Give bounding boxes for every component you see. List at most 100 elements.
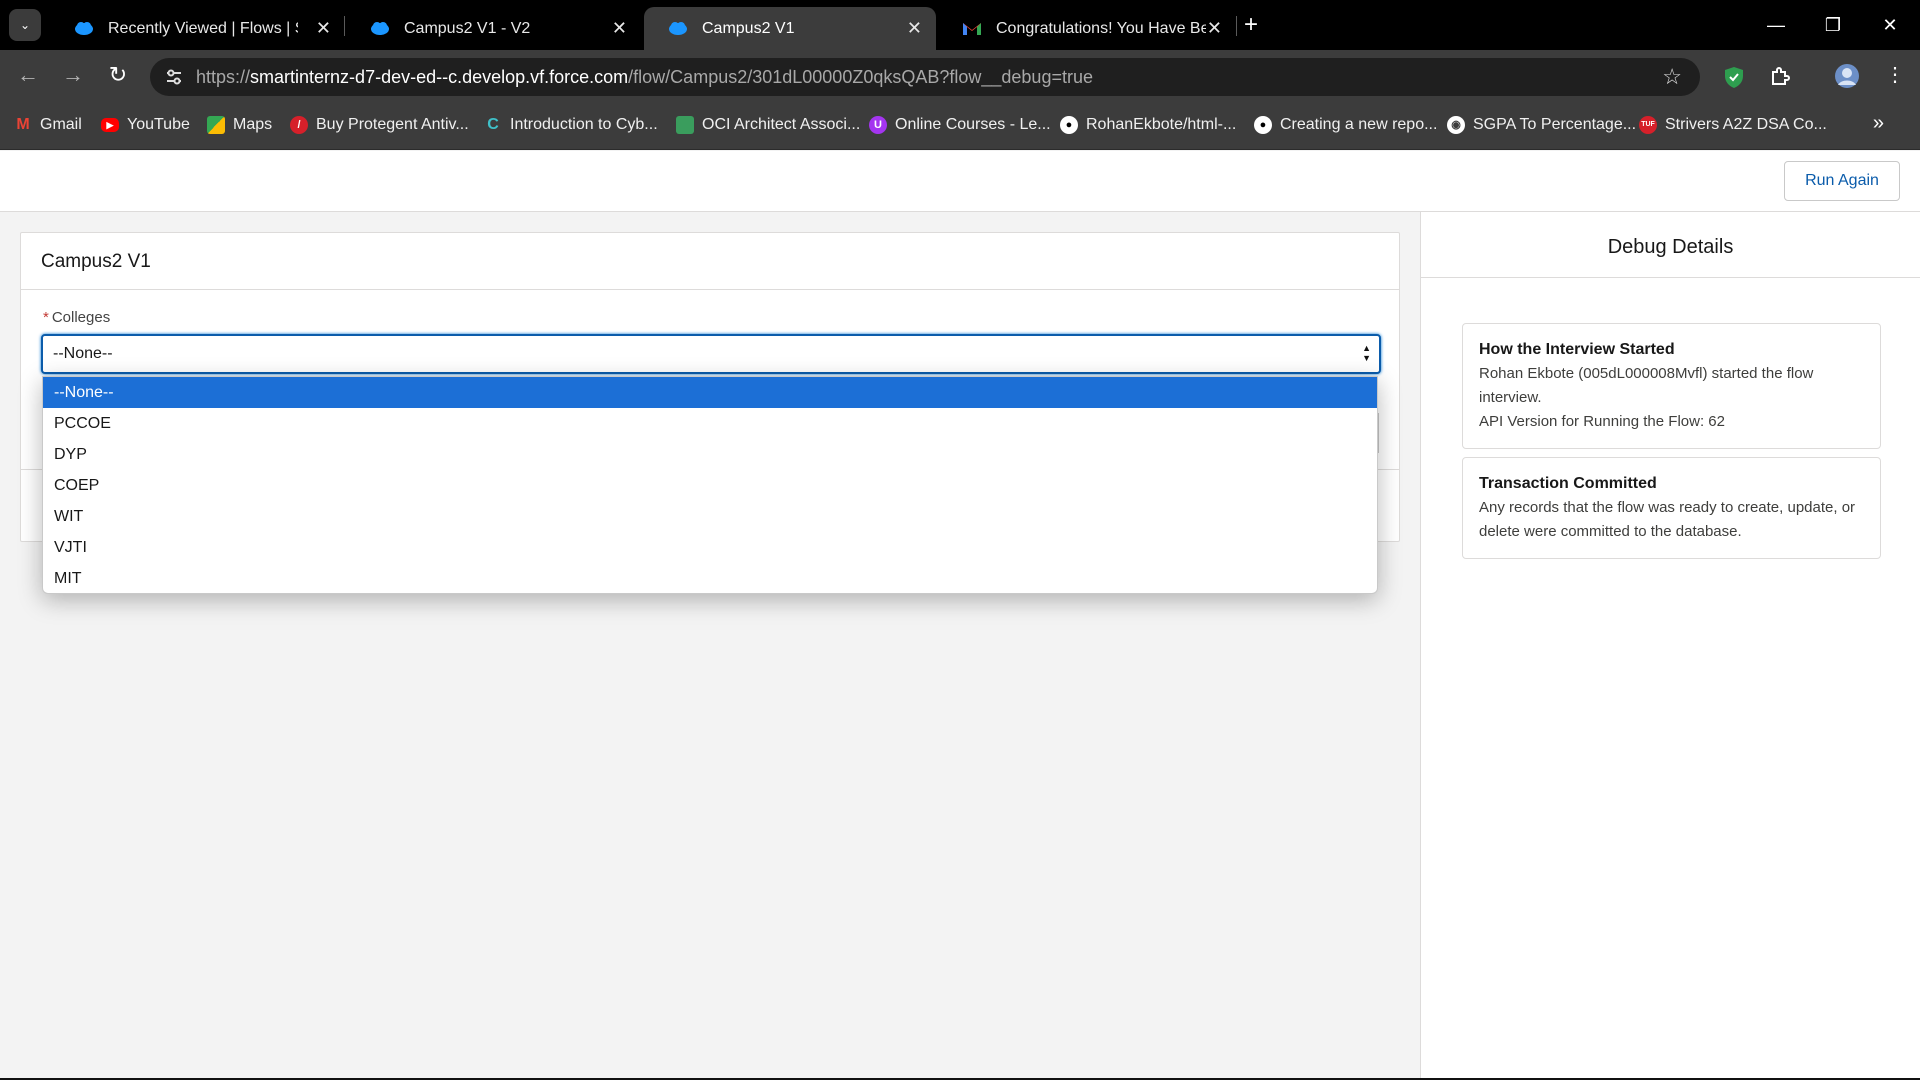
bookmark-strivers[interactable]: TUF Strivers A2Z DSA Co... [1639, 114, 1827, 136]
colleges-select[interactable]: --None-- ▲ ▼ [41, 334, 1381, 374]
gmail-icon [963, 23, 981, 35]
more-bookmarks-icon[interactable]: » [1873, 112, 1884, 135]
bookmark-github-html[interactable]: ● RohanEkbote/html-... [1060, 114, 1236, 136]
colleges-select-value: --None-- [53, 345, 113, 362]
tab-recently-viewed-flows[interactable]: Recently Viewed | Flows | Salesf ✕ [50, 7, 345, 50]
close-window-icon[interactable]: ✕ [1870, 10, 1910, 40]
tab-search-chevron-icon[interactable]: ⌄ [9, 9, 41, 41]
bookmark-label: Strivers A2Z DSA Co... [1665, 116, 1827, 133]
bookmark-label: Maps [233, 116, 273, 133]
gmail-icon: M [16, 116, 30, 133]
shield-extension-icon[interactable] [1722, 65, 1746, 89]
tab-title: Recently Viewed | Flows | Salesf [108, 19, 298, 37]
back-icon[interactable]: ← [13, 62, 43, 88]
card-title: Campus2 V1 [41, 251, 151, 272]
github-icon: ● [1060, 116, 1078, 134]
github-icon: ● [1254, 116, 1272, 134]
minimize-icon[interactable]: — [1756, 10, 1796, 40]
tab-congratulations-gmail[interactable]: Congratulations! You Have Been ✕ [938, 7, 1236, 50]
extensions-puzzle-icon[interactable] [1768, 65, 1792, 89]
colleges-label: * Colleges [43, 309, 110, 326]
maps-icon [207, 116, 225, 134]
bookmark-star-icon[interactable]: ☆ [1662, 63, 1682, 91]
bookmark-github-new-repo[interactable]: ● Creating a new repo... [1254, 114, 1437, 136]
globe-icon: ◉ [1447, 116, 1465, 134]
new-tab-icon[interactable]: + [1244, 10, 1258, 40]
url-path: /flow/Campus2/301dL00000Z0qksQAB?flow__d… [628, 67, 1093, 87]
bookmark-protegent[interactable]: / Buy Protegent Antiv... [290, 114, 469, 136]
tab-title: Campus2 V1 - V2 [404, 19, 531, 37]
tab-title: Campus2 V1 [702, 19, 795, 37]
debug-section-heading: How the Interview Started [1479, 341, 1675, 358]
salesforce-cloud-icon [371, 22, 389, 35]
bookmark-sgpa[interactable]: ◉ SGPA To Percentage... [1447, 114, 1636, 136]
bookmark-label: Online Courses - Le... [895, 116, 1051, 133]
option-mit[interactable]: MIT [43, 563, 1377, 594]
oci-icon [676, 116, 694, 134]
debug-section-line: Rohan Ekbote (005dL000008Mvfl) started t… [1479, 365, 1814, 406]
bookmarks-bar: M Gmail ▶ YouTube Maps / Buy Protegent Anti… [0, 100, 1920, 150]
card-divider [21, 289, 1399, 290]
tab-title: Congratulations! You Have Been [996, 19, 1206, 37]
bookmark-intro-cyber[interactable]: C Introduction to Cyb... [484, 114, 658, 136]
required-marker: * [43, 309, 49, 326]
bookmark-label: Introduction to Cyb... [510, 116, 658, 133]
youtube-icon: ▶ [101, 118, 119, 132]
udemy-icon: U [869, 116, 887, 134]
colleges-dropdown-list: --None-- PCCOE DYP COEP WIT VJTI MIT [42, 376, 1378, 594]
bookmark-gmail[interactable]: M Gmail [14, 114, 82, 136]
option-dyp[interactable]: DYP [43, 439, 1377, 470]
reload-icon[interactable]: ↻ [103, 62, 133, 88]
browser-menu-icon[interactable]: ⋮ [1880, 62, 1910, 88]
browser-tab-bar: ⌄ Recently Viewed | Flows | Salesf ✕ Cam… [0, 0, 1920, 50]
debug-section-transaction-committed: Transaction Committed Any records that t… [1462, 457, 1881, 559]
tab-separator [1236, 16, 1237, 36]
bookmark-label: Creating a new repo... [1280, 116, 1438, 133]
option-pccoe[interactable]: PCCOE [43, 408, 1377, 439]
bookmark-label: YouTube [127, 116, 190, 133]
option-coep[interactable]: COEP [43, 470, 1377, 501]
option-none[interactable]: --None-- [43, 377, 1377, 408]
debug-details-panel: Debug Details How the Interview Started … [1420, 212, 1920, 1080]
close-tab-icon[interactable]: ✕ [907, 16, 922, 40]
tuf-icon: TUF [1639, 116, 1657, 134]
tab-campus2-v1[interactable]: Campus2 V1 ✕ [644, 7, 936, 50]
url-text[interactable]: https://smartinternz-d7-dev-ed--c.develo… [196, 58, 1093, 96]
close-tab-icon[interactable]: ✕ [612, 16, 627, 40]
debug-section-heading: Transaction Committed [1479, 475, 1657, 492]
updown-arrows-icon: ▲ ▼ [1362, 343, 1371, 363]
forward-icon[interactable]: → [58, 62, 88, 88]
debug-section-line: Any records that the flow was ready to c… [1479, 499, 1856, 540]
debug-panel-title: Debug Details [1607, 236, 1734, 258]
bookmark-label: Gmail [40, 116, 82, 133]
option-wit[interactable]: WIT [43, 501, 1377, 532]
colleges-label-text: Colleges [51, 309, 111, 326]
restore-icon[interactable]: ❐ [1813, 10, 1853, 40]
close-tab-icon[interactable]: ✕ [316, 16, 331, 40]
bookmark-label: Buy Protegent Antiv... [316, 116, 469, 133]
bookmark-online-courses[interactable]: U Online Courses - Le... [869, 114, 1051, 136]
bookmark-label: RohanEkbote/html-... [1086, 116, 1237, 133]
profile-avatar-icon[interactable] [1834, 63, 1860, 89]
close-tab-icon[interactable]: ✕ [1207, 16, 1222, 40]
bookmark-oci-architect[interactable]: OCI Architect Associ... [676, 114, 860, 136]
tab-separator [344, 16, 345, 36]
debug-section-line: API Version for Running the Flow: 62 [1479, 413, 1725, 430]
run-again-button[interactable]: Run Again [1784, 161, 1900, 201]
site-settings-icon[interactable] [164, 67, 184, 87]
course-icon: C [487, 116, 499, 133]
address-bar[interactable]: https://smartinternz-d7-dev-ed--c.develo… [150, 58, 1700, 96]
tab-campus2-v1-v2[interactable]: Campus2 V1 - V2 ✕ [346, 7, 641, 50]
debug-section-interview-started: How the Interview Started Rohan Ekbote (… [1462, 323, 1881, 449]
protegent-icon: / [290, 116, 308, 134]
bookmark-label: OCI Architect Associ... [702, 116, 861, 133]
flow-debug-header: Run Again [0, 151, 1920, 212]
url-host: smartinternz-d7-dev-ed--c.develop.vf.for… [250, 67, 629, 87]
bookmark-maps[interactable]: Maps [207, 114, 272, 136]
bookmark-label: SGPA To Percentage... [1473, 116, 1637, 133]
url-scheme: https:// [196, 67, 251, 87]
option-vjti[interactable]: VJTI [43, 532, 1377, 563]
browser-toolbar: ← → ↻ https://smartinternz-d7-dev-ed--c.… [0, 50, 1920, 100]
bookmark-youtube[interactable]: ▶ YouTube [101, 114, 190, 136]
salesforce-cloud-icon [75, 22, 93, 35]
